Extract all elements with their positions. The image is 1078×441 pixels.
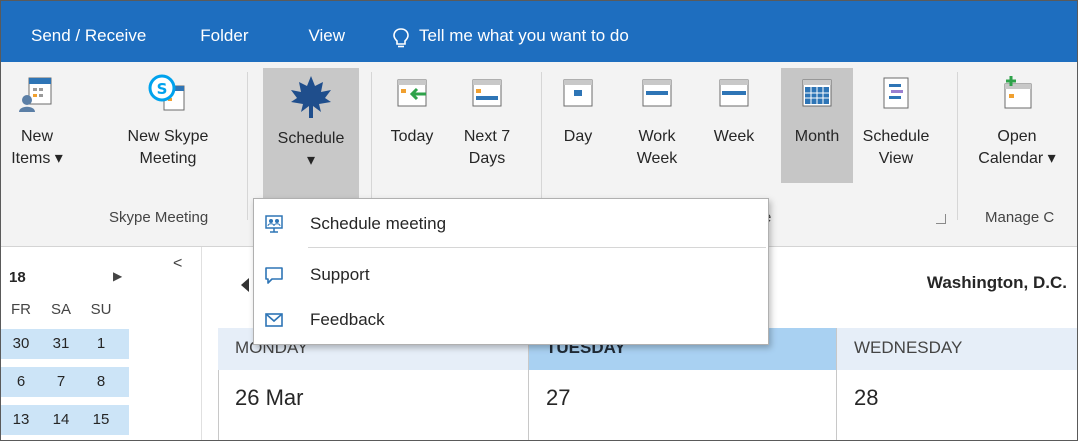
mini-calendar-week-row: 30 31 1: [1, 329, 129, 359]
menu-item-feedback[interactable]: Feedback: [254, 297, 768, 342]
month-view-icon: [802, 79, 832, 107]
svg-text:S: S: [157, 80, 168, 98]
group-label-skype-meeting: Skype Meeting: [109, 209, 209, 226]
week-view-button[interactable]: Week: [707, 74, 761, 148]
menu-item-label: Support: [310, 264, 370, 284]
next-7-days-icon: [472, 79, 502, 107]
day-view-button[interactable]: Day: [553, 74, 603, 148]
work-week-view-label: Work Week: [636, 128, 678, 167]
mini-calendar-date[interactable]: 31: [41, 329, 81, 359]
week-view-label: Week: [713, 128, 755, 145]
meeting-icon: [265, 214, 283, 233]
menu-separator: [308, 247, 766, 248]
today-icon: [397, 79, 427, 107]
week-view-icon: [719, 79, 749, 107]
previous-arrow-icon[interactable]: [241, 278, 249, 292]
envelope-icon: [265, 312, 283, 327]
group-label-manage-calendars: Manage C: [985, 209, 1055, 226]
calendar-day-cell[interactable]: 27: [529, 370, 837, 440]
mini-calendar-date[interactable]: 14: [41, 405, 81, 435]
calendar-day-cell[interactable]: 26 Mar: [218, 370, 529, 440]
schedule-view-label: Schedule View: [862, 128, 930, 167]
calendar-day-cell[interactable]: 28: [837, 370, 1077, 440]
mini-calendar-date[interactable]: 8: [81, 367, 121, 397]
schedule-dropdown-menu: Schedule meeting Support Feedback: [253, 198, 769, 345]
ribbon-group-separator: [247, 72, 248, 220]
next-month-button[interactable]: ▶: [113, 269, 122, 283]
day-view-icon: [563, 79, 593, 107]
new-items-button[interactable]: New Items ▾: [3, 74, 71, 170]
mini-calendar-week-row: 13 14 15: [1, 405, 129, 435]
tell-me-search[interactable]: Tell me what you want to do: [391, 1, 629, 62]
weekday-header: SA: [50, 301, 71, 318]
open-calendar-label: Open Calendar ▾: [978, 128, 1056, 167]
schedule-view-button[interactable]: Schedule View: [855, 74, 937, 170]
weekday-header: SU: [90, 301, 112, 318]
outlook-window: Send / Receive Folder View Tell me what …: [0, 0, 1078, 441]
new-items-icon: [19, 77, 52, 112]
chat-bubble-icon: [265, 266, 283, 284]
month-view-button[interactable]: Month: [781, 68, 853, 183]
tab-folder[interactable]: Folder: [200, 1, 248, 62]
day-header-wednesday: WEDNESDAY: [837, 328, 1077, 370]
tab-view[interactable]: View: [308, 1, 345, 62]
mini-calendar-month-label: 18: [9, 269, 26, 286]
weekday-header-row: FR SA SU: [1, 295, 129, 325]
tell-me-label: Tell me what you want to do: [419, 26, 629, 45]
next-7-days-label: Next 7 Days: [463, 128, 511, 167]
tab-send-receive[interactable]: Send / Receive: [31, 1, 146, 62]
pane-divider: [201, 247, 202, 440]
menu-item-label: Feedback: [310, 309, 385, 329]
ribbon-tab-bar: Send / Receive Folder View Tell me what …: [1, 1, 1077, 62]
schedule-button[interactable]: Schedule ▾: [263, 68, 359, 203]
menu-item-label: Schedule meeting: [310, 213, 447, 233]
dialog-launcher-icon[interactable]: [936, 214, 946, 224]
day-date-label: 28: [854, 385, 879, 410]
new-skype-meeting-label: New Skype Meeting: [127, 128, 209, 167]
open-calendar-icon: [1004, 76, 1032, 109]
weekday-header: FR: [11, 301, 31, 318]
work-week-view-icon: [642, 79, 672, 107]
mini-calendar-date[interactable]: 6: [1, 367, 41, 397]
skype-meeting-icon: S: [148, 74, 185, 111]
day-date-label: 27: [546, 385, 571, 410]
mini-calendar-date[interactable]: 13: [1, 405, 41, 435]
schedule-label: Schedule ▾: [277, 130, 345, 169]
weather-location[interactable]: Washington, D.C.: [927, 273, 1067, 293]
lightbulb-icon: [393, 28, 409, 48]
new-items-label: New Items ▾: [11, 128, 63, 167]
menu-item-support[interactable]: Support: [254, 252, 768, 297]
schedule-view-icon: [883, 77, 909, 109]
collapse-pane-button[interactable]: <: [173, 255, 182, 273]
ribbon-group-separator: [957, 72, 958, 220]
mini-calendar-date[interactable]: 1: [81, 329, 121, 359]
next-7-days-button[interactable]: Next 7 Days: [456, 74, 518, 170]
open-calendar-button[interactable]: Open Calendar ▾: [969, 74, 1065, 170]
today-button[interactable]: Today: [383, 74, 441, 148]
mini-calendar-date[interactable]: 7: [41, 367, 81, 397]
mini-calendar-date[interactable]: 30: [1, 329, 41, 359]
maple-leaf-icon: [291, 76, 331, 118]
today-label: Today: [390, 128, 434, 145]
mini-calendar-week-row: 6 7 8: [1, 367, 129, 397]
day-date-label: 26 Mar: [235, 385, 304, 410]
mini-calendar: < 18 ▶ FR SA SU 30 31 1 6 7 8 13 14 15: [1, 247, 201, 440]
day-view-label: Day: [563, 128, 593, 145]
month-view-label: Month: [794, 128, 840, 145]
work-week-view-button[interactable]: Work Week: [629, 74, 685, 170]
new-skype-meeting-button[interactable]: S New Skype Meeting: [113, 74, 223, 170]
mini-calendar-date[interactable]: 15: [81, 405, 121, 435]
menu-item-schedule-meeting[interactable]: Schedule meeting: [254, 201, 768, 246]
